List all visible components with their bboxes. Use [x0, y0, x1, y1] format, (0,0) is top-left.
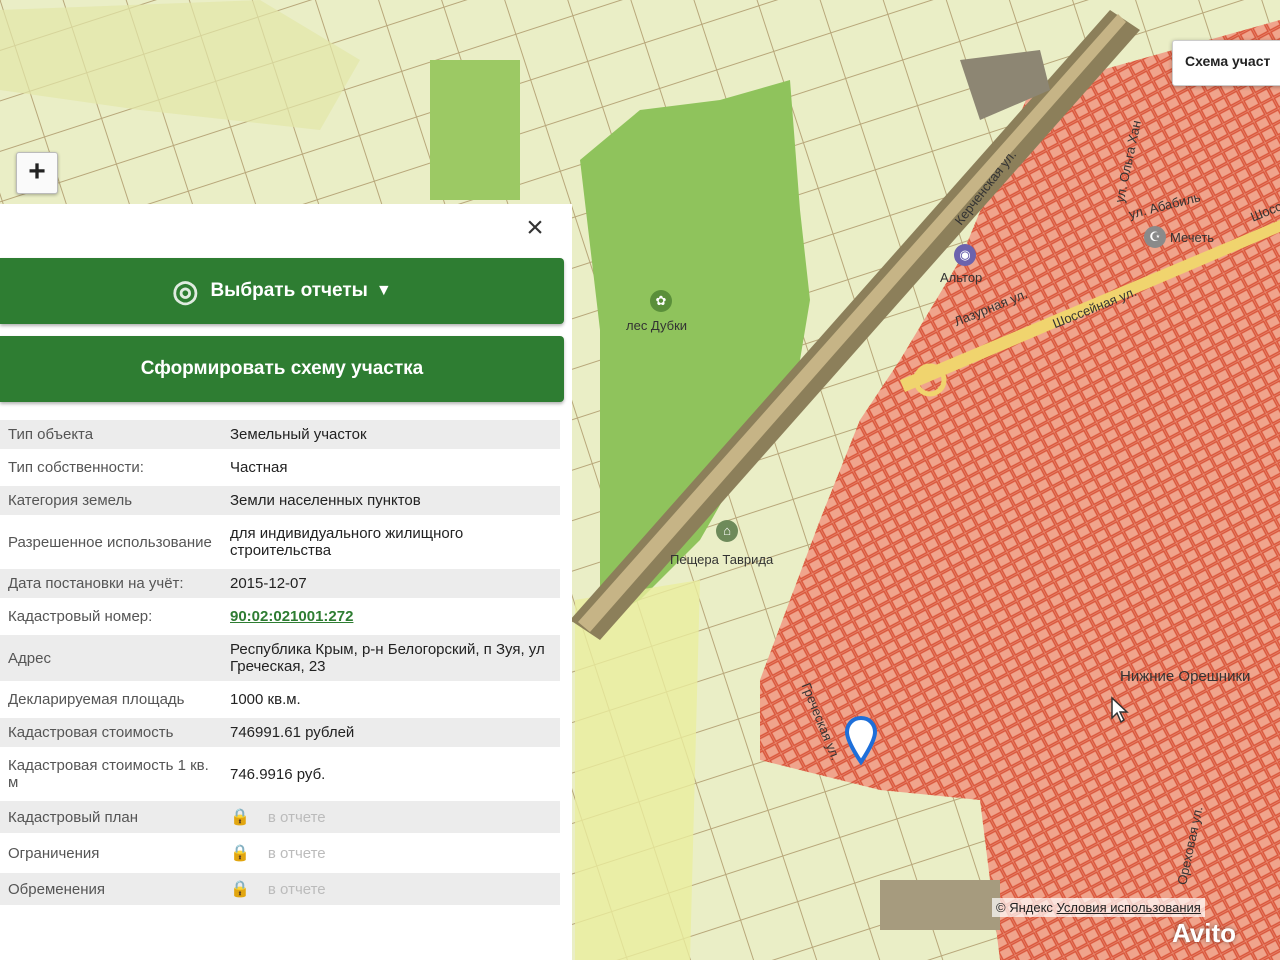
table-row: Тип собственности: Частная — [0, 453, 560, 482]
property-key: Адрес — [0, 635, 222, 681]
property-key: Тип собственности: — [8, 459, 144, 476]
cadastral-number-link[interactable]: 90:02:021001:272 — [230, 608, 353, 625]
mouse-cursor-icon — [1111, 696, 1129, 724]
table-row: Обременения 🔒 в отчете — [0, 873, 560, 905]
locked-value: в отчете — [267, 809, 326, 826]
table-row: Тип объекта Земельный участок — [0, 420, 560, 449]
lock-icon: 🔒 — [230, 845, 250, 862]
parcel-info-panel: × ◎ Выбрать отчеты ▼ Сформировать схему … — [0, 204, 572, 960]
generate-scheme-button[interactable]: Сформировать схему участка — [0, 336, 564, 402]
select-reports-button[interactable]: ◎ Выбрать отчеты ▼ — [0, 258, 564, 324]
park-icon[interactable]: ✿ — [650, 290, 672, 312]
village-label: Нижние Орешники — [1120, 668, 1251, 685]
table-row: Дата постановки на учёт: 2015-12-07 — [0, 569, 560, 598]
property-value: 746991.61 рублей — [222, 718, 560, 747]
table-row: Декларируемая площадь 1000 кв.м. — [0, 685, 560, 714]
table-row: Разрешенное использование для индивидуал… — [0, 519, 560, 565]
property-value: Земли населенных пунктов — [222, 486, 560, 515]
shop-icon[interactable]: ◉ — [954, 244, 976, 266]
locked-value: в отчете — [267, 845, 326, 862]
property-key: Ограничения — [8, 844, 100, 862]
close-icon[interactable]: × — [520, 213, 550, 244]
property-key: Кадастровая стоимость 1 кв. м — [8, 757, 209, 791]
altor-label: Альтор — [940, 270, 983, 285]
watermark-text: Avito — [1172, 918, 1237, 948]
chevron-down-icon: ▼ — [375, 282, 392, 299]
landmark-icon[interactable]: ⌂ — [716, 520, 738, 542]
mosque-label: Мечеть — [1170, 230, 1215, 245]
table-row: Адрес Республика Крым, р-н Белогорский, … — [0, 635, 560, 681]
property-key: Кадастровый номер: — [8, 608, 153, 625]
property-value: 2015-12-07 — [222, 569, 560, 598]
property-key: Декларируемая площадь — [8, 691, 185, 708]
property-key: Разрешенное использование — [8, 533, 212, 551]
property-key: Обременения — [0, 873, 222, 905]
location-pin-icon[interactable] — [844, 716, 878, 766]
lock-icon: 🔒 — [230, 881, 250, 898]
table-row: Кадастровый номер: 90:02:021001:272 — [0, 602, 560, 631]
terms-of-use-link[interactable]: Условия использования — [1057, 900, 1201, 915]
mosque-icon[interactable]: ☪ — [1144, 226, 1166, 248]
property-value: для индивидуального жилищного строительс… — [230, 525, 464, 559]
property-key: Дата постановки на учёт: — [0, 569, 222, 598]
property-value: Земельный участок — [222, 420, 560, 449]
select-reports-label: Выбрать отчеты — [210, 280, 368, 301]
parcel-properties-table: Тип объекта Земельный участок Тип собств… — [0, 416, 560, 909]
table-row: Ограничения 🔒 в отчете — [0, 837, 560, 869]
property-key: Тип объекта — [0, 420, 222, 449]
table-row: Кадастровая стоимость 746991.61 рублей — [0, 718, 560, 747]
map-copyright: © Яндекс Условия использования — [992, 898, 1205, 917]
table-row: Кадастровая стоимость 1 кв. м 746.9916 р… — [0, 751, 560, 797]
property-key: Категория земель — [0, 486, 222, 515]
property-value: 1000 кв.м. — [230, 691, 301, 708]
property-key: Кадастровый план — [0, 801, 222, 833]
cave-label: Пещера Таврида — [670, 552, 774, 567]
table-row: Категория земель Земли населенных пункто… — [0, 486, 560, 515]
avito-watermark: Avito — [1172, 918, 1236, 949]
property-value: Республика Крым, р-н Белогорский, п Зуя,… — [222, 635, 560, 681]
zoom-in-button[interactable]: + — [16, 152, 58, 194]
table-row: Кадастровый план 🔒 в отчете — [0, 801, 560, 833]
lock-icon: 🔒 — [230, 809, 250, 826]
property-value: Частная — [230, 459, 288, 476]
copyright-text: © Яндекс — [996, 900, 1053, 915]
parcel-scheme-button[interactable]: Схема участ — [1172, 40, 1280, 86]
property-value: 746.9916 руб. — [230, 765, 326, 783]
reports-icon: ◎ — [172, 274, 199, 308]
property-key: Кадастровая стоимость — [0, 718, 222, 747]
locked-value: в отчете — [267, 881, 326, 898]
forest-label: лес Дубки — [626, 318, 688, 333]
generate-scheme-label: Сформировать схему участка — [140, 358, 424, 379]
